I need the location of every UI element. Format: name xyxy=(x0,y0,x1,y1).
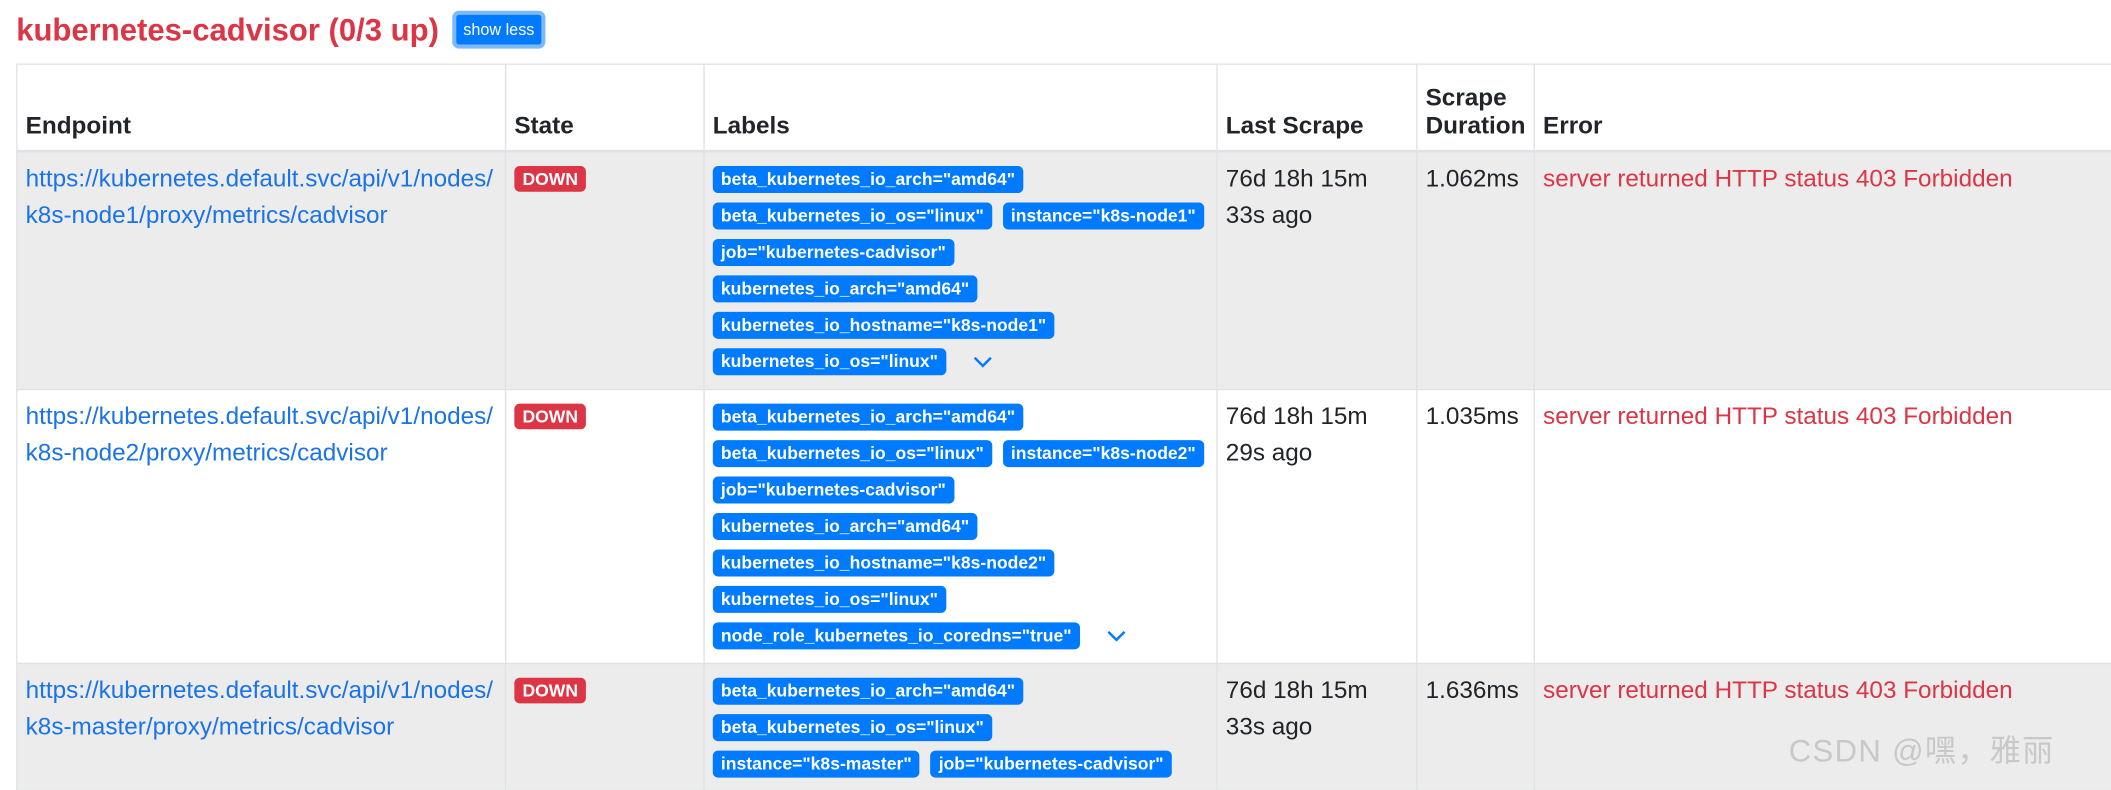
last-scrape-cell: 76d 18h 15m 29s ago xyxy=(1216,388,1418,664)
duration-cell: 1.062ms xyxy=(1416,150,1535,390)
label-badge: instance="k8s-node2" xyxy=(1002,440,1204,468)
last-scrape-value: 76d 18h 15m 33s ago xyxy=(1225,164,1368,229)
labels-cell: beta_kubernetes_io_arch="amd64" beta_kub… xyxy=(703,150,1218,390)
label-badge: kubernetes_io_arch="amd64" xyxy=(712,275,978,303)
label-badge: kubernetes_io_os="linux" xyxy=(712,348,947,376)
label-badge: kubernetes_io_os="linux" xyxy=(712,585,947,613)
column-header-labels: Labels xyxy=(703,63,1218,153)
endpoint-cell: https://kubernetes.default.svc/api/v1/no… xyxy=(16,662,507,790)
label-badge: beta_kubernetes_io_os="linux" xyxy=(712,440,992,468)
watermark: CSDN @嘿，雅丽 xyxy=(1788,733,2055,769)
labels-cell: beta_kubernetes_io_arch="amd64" beta_kub… xyxy=(703,388,1218,664)
duration-cell: 1.035ms xyxy=(1416,388,1535,664)
label-badge: node_role_kubernetes_io_coredns="true" xyxy=(712,622,1080,650)
job-header: kubernetes-cadvisor (0/3 up) show less xyxy=(16,10,546,49)
label-badge: job="kubernetes-cadvisor" xyxy=(930,750,1172,778)
error-message: server returned HTTP status 403 Forbidde… xyxy=(1543,164,2013,192)
endpoint-link[interactable]: https://kubernetes.default.svc/api/v1/no… xyxy=(26,672,493,745)
job-title: kubernetes-cadvisor (0/3 up) xyxy=(16,11,439,47)
label-badge: kubernetes_io_hostname="k8s-node2" xyxy=(712,549,1055,577)
label-badge: job="kubernetes-cadvisor" xyxy=(712,239,954,267)
label-badge: kubernetes_io_arch="amd64" xyxy=(712,513,978,540)
table-header-row: Endpoint State Labels Last Scrape Scrape… xyxy=(16,63,2111,153)
scrape-duration-value: 1.035ms xyxy=(1425,401,1519,429)
last-scrape-cell: 76d 18h 15m 33s ago xyxy=(1216,150,1418,390)
scrape-duration-value: 1.062ms xyxy=(1425,164,1519,192)
table-row: https://kubernetes.default.svc/api/v1/no… xyxy=(16,388,2111,664)
label-badge: beta_kubernetes_io_os="linux" xyxy=(712,713,992,741)
targets-table: Endpoint State Labels Last Scrape Scrape… xyxy=(16,63,2111,790)
column-header-state: State xyxy=(504,63,705,153)
error-cell: server returned HTTP status 403 Forbidde… xyxy=(1533,388,2111,664)
column-header-endpoint: Endpoint xyxy=(16,63,507,153)
endpoint-link[interactable]: https://kubernetes.default.svc/api/v1/no… xyxy=(26,161,493,234)
column-header-error: Error xyxy=(1533,63,2111,153)
column-header-scrape-duration: Scrape Duration xyxy=(1416,63,1535,153)
status-badge: DOWN xyxy=(514,403,587,429)
state-cell: DOWN xyxy=(504,662,705,790)
duration-cell: 1.636ms xyxy=(1416,662,1535,790)
show-less-button[interactable]: show less xyxy=(452,10,546,49)
page: kubernetes-cadvisor (0/3 up) show less E… xyxy=(0,0,2111,790)
error-message: server returned HTTP status 403 Forbidde… xyxy=(1543,401,2013,429)
label-badge: job="kubernetes-cadvisor" xyxy=(712,476,954,504)
label-badge: beta_kubernetes_io_os="linux" xyxy=(712,202,992,230)
chevron-down-icon[interactable] xyxy=(973,344,992,380)
last-scrape-value: 76d 18h 15m 29s ago xyxy=(1225,401,1368,466)
table-row: https://kubernetes.default.svc/api/v1/no… xyxy=(16,150,2111,390)
scrape-duration-value: 1.636ms xyxy=(1425,675,1519,703)
label-badge: instance="k8s-node1" xyxy=(1002,202,1204,230)
label-badge: beta_kubernetes_io_arch="amd64" xyxy=(712,403,1024,431)
label-badge: beta_kubernetes_io_arch="amd64" xyxy=(712,677,1024,705)
labels-cell: beta_kubernetes_io_arch="amd64" beta_kub… xyxy=(703,662,1218,790)
label-badge: kubernetes_io_hostname="k8s-node1" xyxy=(712,312,1055,340)
endpoint-cell: https://kubernetes.default.svc/api/v1/no… xyxy=(16,388,507,664)
state-cell: DOWN xyxy=(504,150,705,390)
error-message: server returned HTTP status 403 Forbidde… xyxy=(1543,675,2013,703)
status-badge: DOWN xyxy=(514,677,587,703)
label-badge: beta_kubernetes_io_arch="amd64" xyxy=(712,166,1024,194)
endpoint-link[interactable]: https://kubernetes.default.svc/api/v1/no… xyxy=(26,398,493,471)
chevron-down-icon[interactable] xyxy=(1107,618,1126,654)
last-scrape-cell: 76d 18h 15m 33s ago xyxy=(1216,662,1418,790)
endpoint-cell: https://kubernetes.default.svc/api/v1/no… xyxy=(16,150,507,390)
error-cell: server returned HTTP status 403 Forbidde… xyxy=(1533,150,2111,390)
label-badge: instance="k8s-master" xyxy=(712,750,920,778)
state-cell: DOWN xyxy=(504,388,705,664)
status-badge: DOWN xyxy=(514,166,587,192)
last-scrape-value: 76d 18h 15m 33s ago xyxy=(1225,675,1368,740)
column-header-last-scrape: Last Scrape xyxy=(1216,63,1418,153)
